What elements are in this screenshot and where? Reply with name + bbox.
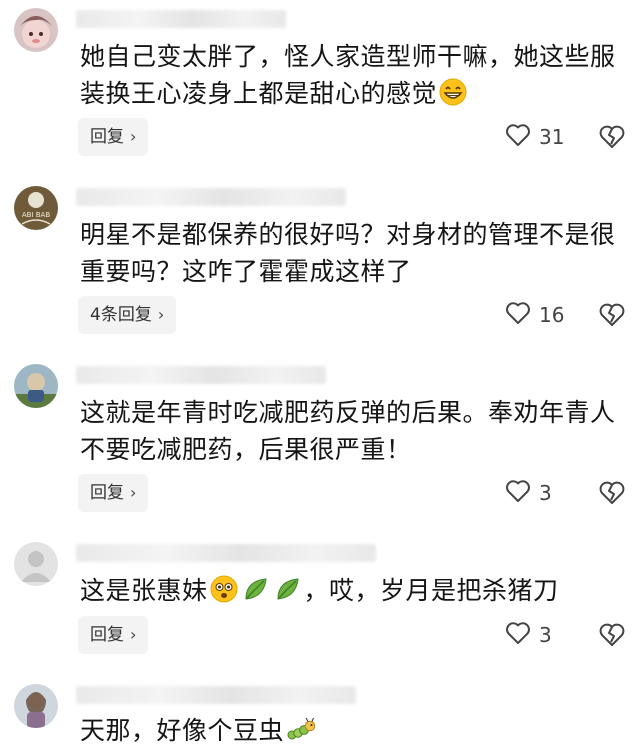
comment-text: 这是张惠妹 ，哎，岁月是把杀猪刀 [80,572,628,613]
like-button[interactable]: 3 [505,620,552,650]
username-blurred[interactable] [76,544,376,562]
dislike-button[interactable] [598,480,626,508]
comment-text: 她自己变太胖了，怪人家造型师干嘛，她这些服装换王心凌身上都是甜心的感觉 [80,38,628,116]
chevron-right-icon: › [130,483,137,502]
dislike-button[interactable] [598,622,626,650]
dislike-button[interactable] [598,302,626,330]
broken-heart-outline-icon [598,623,626,652]
caterpillar-emoji [286,716,316,753]
heart-outline-icon [505,123,531,152]
chevron-right-icon: › [130,625,137,644]
reply-button[interactable]: 回复 › [78,616,149,654]
reply-button[interactable]: 4条回复 › [78,296,177,334]
like-count: 3 [539,623,552,647]
avatar[interactable]: ABI BAB [14,186,58,230]
username-blurred[interactable] [76,10,286,28]
avatar[interactable] [14,364,58,408]
username-blurred[interactable] [76,188,346,206]
like-count: 16 [539,303,565,327]
like-button[interactable]: 31 [505,122,564,152]
avatar[interactable] [14,542,58,586]
username-blurred[interactable] [76,366,326,384]
comment-text: 这就是年青时吃减肥药反弹的后果。奉劝年青人不要吃减肥药，后果很严重！ [80,398,616,464]
heart-outline-icon [505,479,531,508]
like-count: 31 [539,125,565,149]
dislike-button[interactable] [598,124,626,152]
flushed-face-emoji [210,575,238,613]
comment-text: 明星不是都保养的很好吗？对身材的管理不是很重要吗？这咋了霍霍成这样了 [80,220,616,286]
broken-heart-outline-icon [598,303,626,332]
leaf-emoji [274,575,302,613]
leaf-emoji [242,575,270,613]
svg-text:ABI BAB: ABI BAB [22,211,50,219]
username-blurred[interactable] [76,686,356,704]
broken-heart-outline-icon [598,125,626,154]
heart-outline-icon [505,621,531,650]
broken-heart-outline-icon [598,481,626,510]
like-count: 3 [539,481,552,505]
like-button[interactable]: 16 [505,300,564,330]
heart-outline-icon [505,301,531,330]
chevron-right-icon: › [130,127,137,146]
grinning-face-emoji [439,78,467,116]
reply-button[interactable]: 回复 › [78,118,149,156]
avatar[interactable] [14,8,58,52]
chevron-right-icon: › [157,305,165,324]
like-button[interactable]: 3 [505,478,552,508]
avatar[interactable] [14,684,58,728]
comment-text: 天那，好像个豆虫 [80,712,628,753]
reply-button[interactable]: 回复 › [78,474,149,512]
